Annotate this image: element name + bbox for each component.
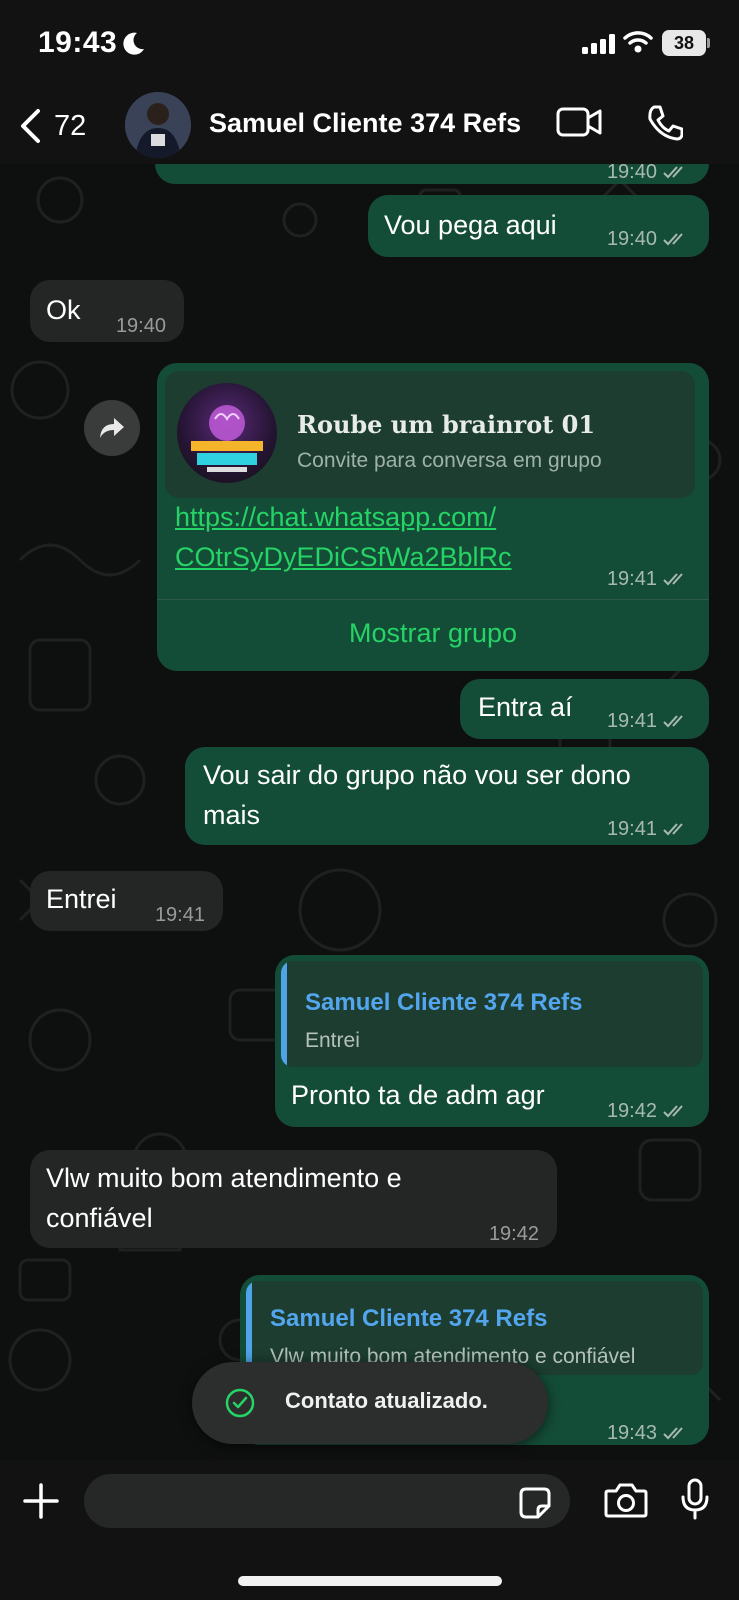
reply-message[interactable]: Samuel Cliente 374 Refs Entrei Pronto ta…: [275, 955, 709, 1127]
message-bubble-incoming[interactable]: Vlw muito bom atendimento e confiável 19…: [30, 1150, 557, 1248]
plus-icon[interactable]: [22, 1482, 60, 1520]
wifi-icon: [623, 31, 653, 53]
check-circle-icon: [225, 1388, 255, 1418]
message-bubble-incoming[interactable]: Ok 19:40: [30, 280, 184, 342]
message-text-line2: confiável: [46, 1203, 153, 1233]
group-name: Roube um brainrot 01: [297, 410, 596, 439]
battery-nub: [707, 38, 710, 48]
message-text: Vou pega aqui: [384, 210, 557, 240]
message-meta: 19:41: [155, 895, 205, 935]
back-chevron-icon: [21, 109, 40, 143]
battery-indicator: 38: [662, 30, 706, 56]
invite-link[interactable]: https://chat.whatsapp.com/ COtrSyDyEDiCS…: [175, 497, 512, 577]
message-bubble-outgoing[interactable]: Vou sair do grupo não vou ser dono mais …: [185, 747, 709, 845]
double-check-icon: [663, 1427, 683, 1440]
message-meta: 19:43: [607, 1413, 689, 1453]
message-bubble-outgoing[interactable]: Vou pega aqui 19:40: [368, 195, 709, 257]
double-check-icon: [663, 1105, 683, 1118]
message-meta: 19:41: [607, 559, 689, 599]
double-check-icon: [663, 715, 683, 728]
message-meta: 19:42: [607, 1091, 689, 1131]
message-text: Entra aí: [478, 692, 573, 722]
double-check-icon: [663, 166, 683, 179]
message-meta: 19:41: [607, 701, 689, 741]
message-time: 19:41: [606, 710, 657, 732]
video-call-icon[interactable]: [556, 106, 602, 138]
group-avatar: [177, 383, 277, 483]
message-meta: 19:42: [489, 1214, 539, 1254]
message-time: 19:43: [606, 1422, 657, 1444]
invite-link-line2: COtrSyDyEDiCSfWa2BblRc: [175, 542, 512, 572]
message-time: 19:42: [488, 1223, 539, 1245]
moon-icon: [123, 32, 144, 55]
quote-bar: [281, 961, 287, 1067]
avatar-image: [125, 92, 191, 158]
show-group-button[interactable]: Mostrar grupo: [157, 613, 709, 653]
message-input[interactable]: [84, 1474, 570, 1528]
unread-count: 72: [54, 109, 87, 142]
quoted-sender: Samuel Cliente 374 Refs: [305, 989, 583, 1016]
message-time: 19:42: [606, 1100, 657, 1122]
mic-icon[interactable]: [680, 1478, 710, 1520]
divider: [157, 599, 709, 600]
quote-bar: [246, 1281, 252, 1375]
invite-link-line1: https://chat.whatsapp.com/: [175, 502, 497, 532]
quoted-sender: Samuel Cliente 374 Refs: [270, 1305, 548, 1332]
message-bubble-incoming[interactable]: Entrei 19:41: [30, 871, 223, 931]
group-invite-subtitle: Convite para conversa em grupo: [297, 449, 602, 472]
message-text-line2: mais: [203, 800, 261, 830]
message-meta: 19:41: [607, 809, 689, 849]
phone-icon[interactable]: [645, 104, 683, 142]
message-text: Pronto ta de adm agr: [291, 1080, 545, 1110]
forward-button[interactable]: [84, 400, 140, 456]
group-invite-card[interactable]: Roube um brainrot 01 Convite para conver…: [165, 371, 695, 498]
message-text: Entrei: [46, 884, 117, 914]
message-time: 19:40: [115, 315, 166, 337]
group-invite-message[interactable]: Roube um brainrot 01 Convite para conver…: [157, 363, 709, 671]
double-check-icon: [663, 573, 683, 586]
message-time: 19:41: [154, 904, 205, 926]
message-time: 19:40: [606, 228, 657, 250]
sticker-icon[interactable]: [518, 1486, 552, 1520]
chat-header-overlay: 72 Samuel Cliente 374 Refs: [0, 88, 739, 164]
camera-icon[interactable]: [604, 1482, 648, 1518]
message-time: 19:41: [606, 818, 657, 840]
message-text-line1: Vou sair do grupo não vou ser dono: [203, 760, 631, 790]
message-time: 19:41: [606, 568, 657, 590]
back-button[interactable]: 72: [18, 104, 98, 148]
quoted-text: Entrei: [305, 1029, 360, 1052]
quoted-message[interactable]: Samuel Cliente 374 Refs Entrei: [281, 961, 703, 1067]
contact-avatar[interactable]: [125, 92, 191, 158]
signal-icon: [582, 34, 615, 54]
toast-text: Contato atualizado.: [285, 1388, 488, 1413]
message-text: Ok: [46, 295, 81, 325]
status-time: 19:43: [38, 26, 118, 59]
status-bar: 19:43 38: [0, 0, 739, 88]
contact-name[interactable]: Samuel Cliente 374 Refs: [209, 108, 521, 139]
message-bubble-outgoing[interactable]: Entra aí 19:41: [460, 679, 709, 739]
group-avatar-image: [191, 405, 263, 472]
message-meta: 19:40: [116, 306, 166, 346]
message-meta: 19:40: [607, 219, 689, 259]
message-text-line1: Vlw muito bom atendimento e: [46, 1163, 402, 1193]
quoted-message[interactable]: Samuel Cliente 374 Refs Vlw muito bom at…: [246, 1281, 703, 1375]
double-check-icon: [663, 823, 683, 836]
home-indicator[interactable]: [238, 1576, 502, 1586]
double-check-icon: [663, 233, 683, 246]
forward-icon: [100, 418, 124, 438]
toast-notification: Contato atualizado.: [192, 1362, 548, 1444]
